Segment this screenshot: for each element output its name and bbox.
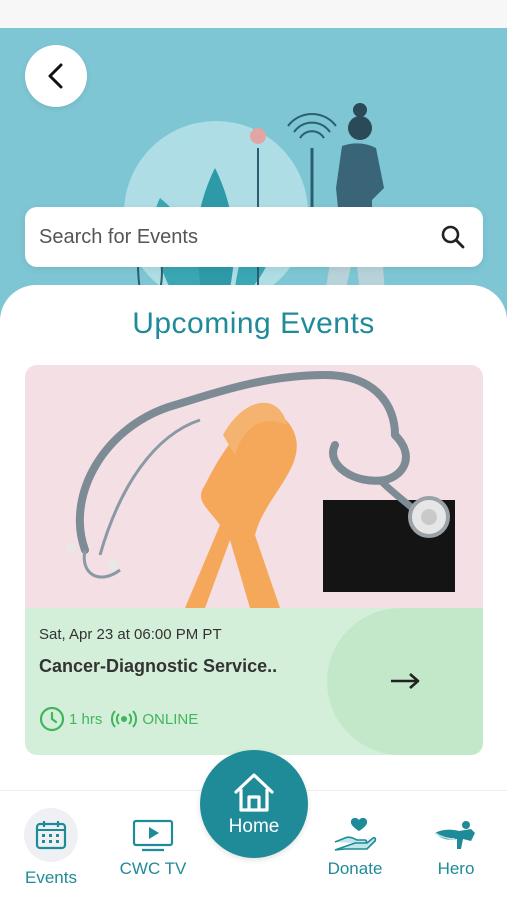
nav-hero-label: Hero	[437, 859, 475, 878]
status-bar	[0, 0, 507, 28]
clock-icon	[39, 706, 65, 732]
event-date: Sat, Apr 23 at 06:00 PM PT	[39, 626, 222, 643]
event-info: Sat, Apr 23 at 06:00 PM PT Cancer-Diagno…	[25, 608, 483, 755]
event-title: Cancer-Diagnostic Service..	[39, 656, 278, 676]
section-title: Upcoming Events	[132, 307, 375, 340]
broadcast-icon	[111, 710, 138, 728]
nav-events-label: Events	[25, 868, 77, 887]
home-button[interactable]: Home	[200, 750, 308, 858]
event-image	[25, 365, 483, 609]
search-bar	[25, 207, 483, 267]
superhero-icon	[434, 821, 475, 849]
event-mode: ONLINE	[110, 708, 198, 730]
search-input[interactable]	[39, 225, 439, 249]
event-mode-label: ONLINE	[142, 710, 199, 728]
event-duration-label: 1 hrs	[69, 710, 103, 728]
event-card[interactable]: Sat, Apr 23 at 06:00 PM PT Cancer-Diagno…	[25, 365, 483, 755]
nav-tv-icon-wrap	[132, 817, 174, 855]
chevron-left-icon	[48, 63, 63, 89]
nav-tv-label: CWC TV	[119, 859, 187, 878]
event-meta: 1 hrs ONLINE	[39, 706, 198, 732]
nav-events[interactable]: Events	[18, 791, 84, 900]
calendar-icon	[35, 821, 67, 850]
arrow-right-icon	[391, 673, 420, 689]
nav-cwc-tv[interactable]: CWC TV	[115, 791, 191, 900]
search-icon[interactable]	[439, 223, 467, 251]
nav-donate[interactable]: Donate	[320, 791, 390, 900]
tv-icon	[132, 819, 174, 852]
nav-donate-icon-wrap	[333, 815, 377, 855]
donate-heart-hand-icon	[334, 817, 377, 851]
nav-hero[interactable]: Hero	[428, 791, 484, 900]
nav-hero-icon-wrap	[433, 817, 479, 855]
home-label: Home	[228, 816, 280, 837]
nav-donate-label: Donate	[327, 859, 383, 878]
home-icon	[234, 773, 274, 812]
event-arrow-button[interactable]	[385, 666, 425, 696]
nav-events-icon-wrap	[24, 808, 78, 862]
back-button[interactable]	[25, 45, 87, 107]
event-duration: 1 hrs	[39, 706, 102, 732]
